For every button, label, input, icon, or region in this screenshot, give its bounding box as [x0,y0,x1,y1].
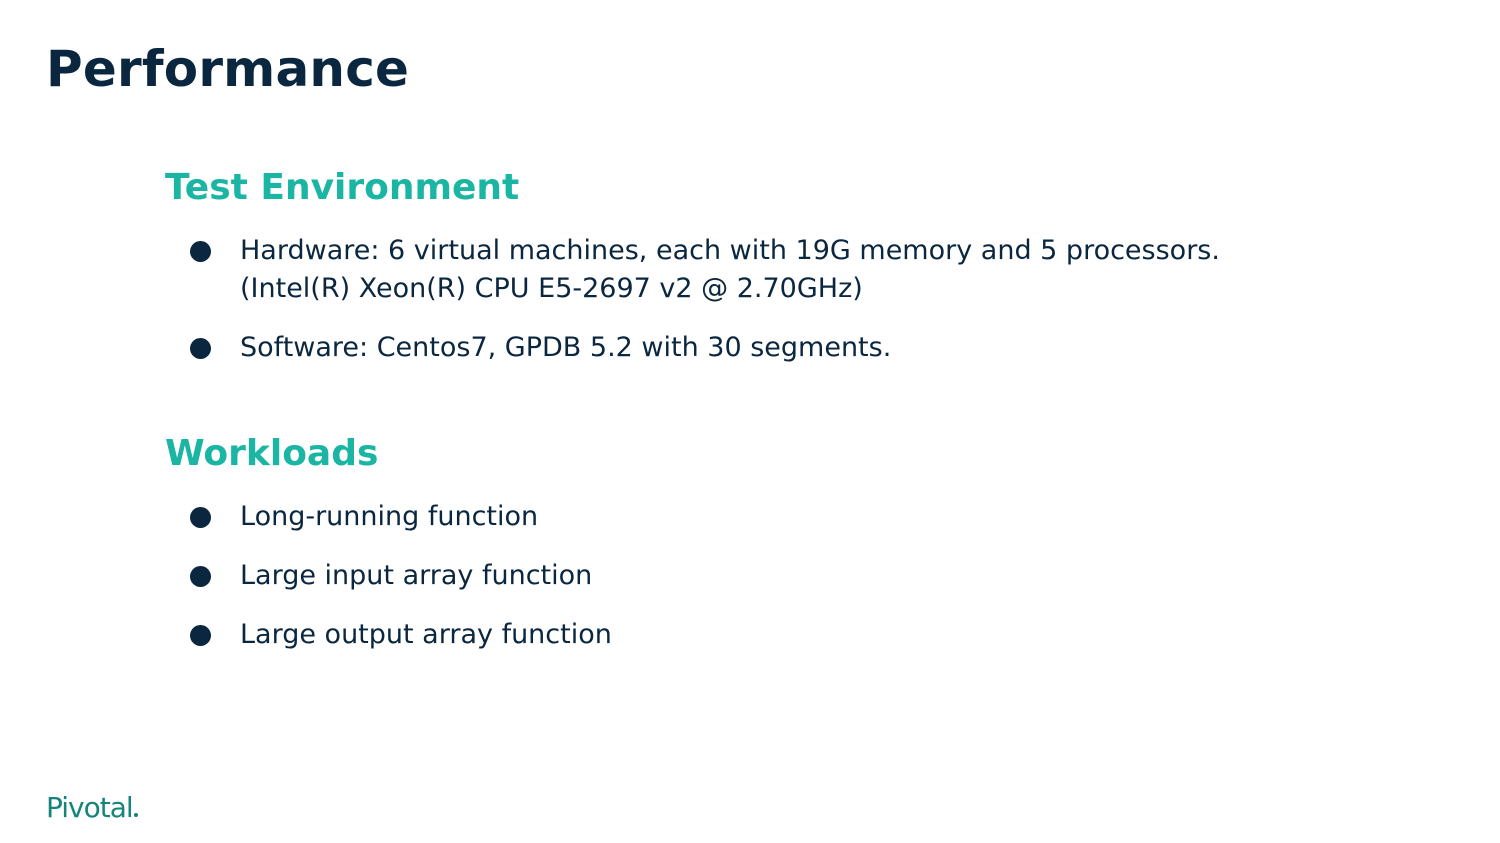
list-item: Large input array function [165,557,1365,595]
bullet-text: Large input array function [240,560,593,591]
bullet-dot-icon [190,338,211,359]
list-item: Large output array function [165,616,1365,654]
section-heading: Test Environment [165,167,520,208]
slide-title: Performance [46,40,410,98]
bullet-text: Software: Centos7, GPDB 5.2 with 30 segm… [240,332,892,363]
logo-dot-icon [133,813,138,817]
bullet-text: Large output array function [240,619,612,650]
bullet-list: Hardware: 6 virtual machines, each with … [165,232,1365,367]
pivotal-logo: Pivotal [46,792,138,824]
list-item: Software: Centos7, GPDB 5.2 with 30 segm… [165,329,1365,367]
bullet-text-continued: (Intel(R) Xeon(R) CPU E5-2697 v2 @ 2.70G… [240,273,863,304]
section-workloads: Workloads Long-running function Large in… [165,432,1365,654]
logo-text: Pivotal [46,791,134,824]
list-item: Hardware: 6 virtual machines, each with … [165,232,1365,308]
bullet-text: Hardware: 6 virtual machines, each with … [240,235,1220,266]
bullet-dot-icon [190,241,211,262]
list-item: Long-running function [165,498,1365,536]
bullet-text: Long-running function [240,501,539,532]
bullet-dot-icon [190,566,211,587]
bullet-dot-icon [190,507,211,528]
bullet-list: Long-running function Large input array … [165,498,1365,654]
section-test-environment: Test Environment Hardware: 6 virtual mac… [165,166,1365,367]
bullet-dot-icon [190,625,211,646]
section-heading: Workloads [165,433,379,474]
